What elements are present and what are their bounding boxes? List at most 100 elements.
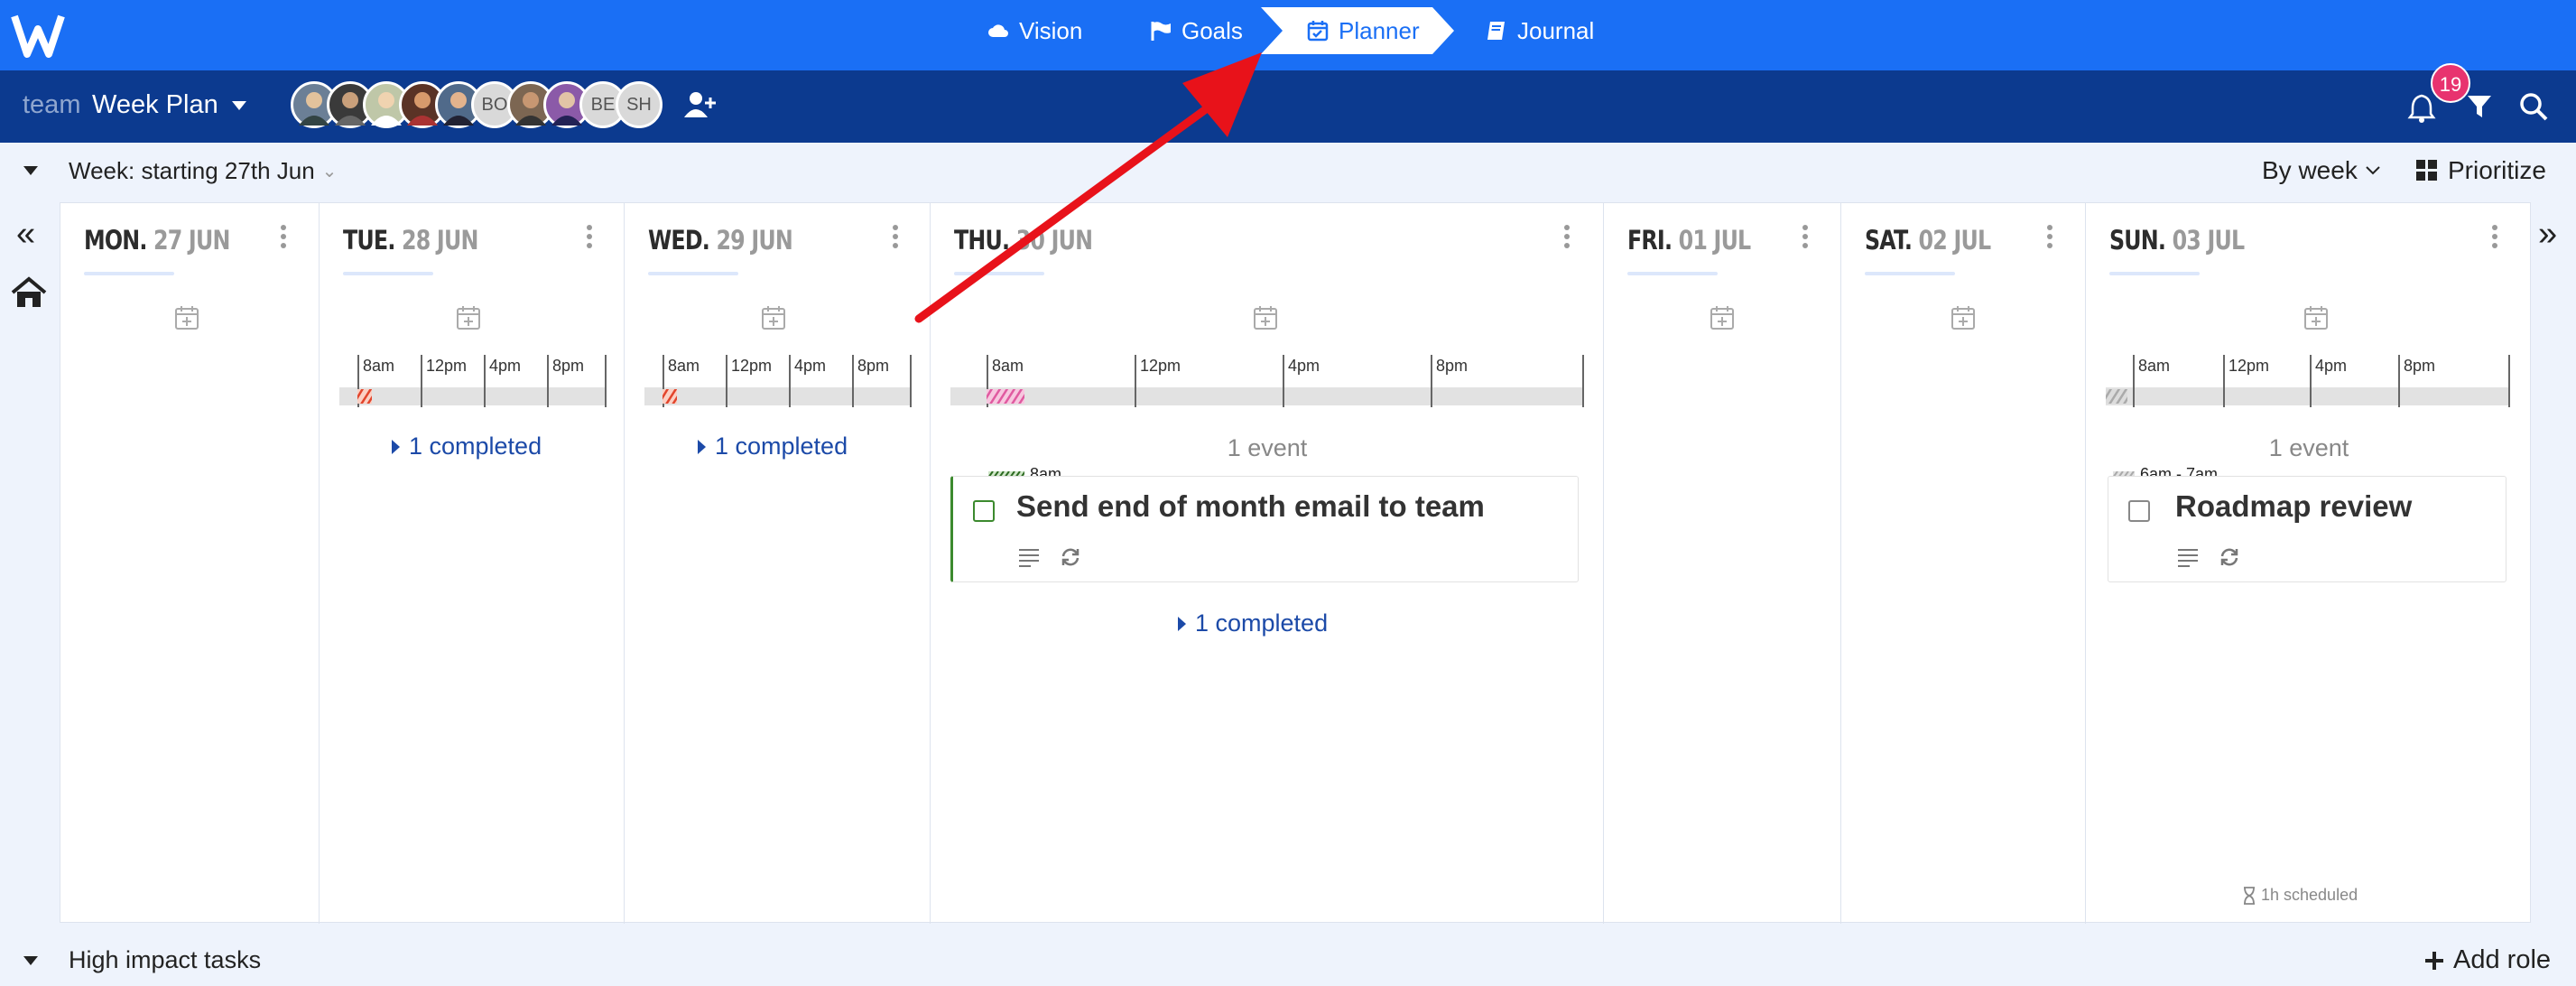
more-options-icon[interactable] [279,223,288,250]
day-header: MON. 27 JUN [84,225,230,256]
next-week-icon[interactable]: » [2538,215,2557,254]
day-column-sun: SUN. 03 JUL 8am 12pm 4pm 8pm 1 event 6am… [2086,203,2532,924]
add-role-label: Add role [2453,945,2552,974]
day-column-wed: WED. 29 JUN 8am 12pm 4pm 8pm 1 completed [625,203,931,924]
day-column-mon: MON. 27 JUN [60,203,320,924]
notes-icon[interactable] [2177,547,2199,567]
section-title[interactable]: High impact tasks [69,946,261,974]
more-options-icon[interactable] [585,223,594,250]
bell-icon[interactable] [2407,92,2436,123]
add-calendar-icon[interactable] [173,304,200,331]
add-calendar-icon[interactable] [1950,304,1977,331]
view-select[interactable]: By week [2262,156,2381,185]
collapse-week-icon[interactable] [22,164,40,177]
hourglass-icon [2244,886,2255,905]
task-checkbox[interactable] [973,500,995,522]
task-checkbox[interactable] [2128,500,2150,522]
avatar[interactable]: SH [616,81,663,128]
caret-right-icon [392,439,400,454]
team-avatars: BO BE SH [291,81,663,128]
search-icon[interactable] [2519,92,2548,121]
task-actions [2177,547,2240,567]
more-options-icon[interactable] [2490,223,2499,250]
add-calendar-icon[interactable] [455,304,482,331]
notification-badge[interactable]: 19 [2431,63,2470,103]
nav-planner[interactable]: Planner [1306,0,1420,61]
chevron-down-icon: ⌄ [321,162,338,181]
more-options-icon[interactable] [1562,223,1571,250]
completed-toggle[interactable]: 1 completed [392,433,542,460]
week-selector[interactable]: Week: starting 27th Jun ⌄ [69,157,337,185]
repeat-icon[interactable] [2219,547,2240,567]
nav-goals[interactable]: Goals [1149,0,1243,61]
completed-toggle[interactable]: 1 completed [698,433,848,460]
task-title[interactable]: Roadmap review [2175,489,2412,524]
filter-icon[interactable] [2466,94,2493,119]
nav-goals-label: Goals [1181,17,1243,44]
previous-week-icon[interactable]: « [16,215,35,254]
add-role-button[interactable]: Add role [2424,945,2551,975]
event-count[interactable]: 1 event [2086,434,2532,462]
day-header: THU. 30 JUN [954,225,1093,256]
task-title[interactable]: Send end of month email to team [1016,489,1485,524]
event-count[interactable]: 1 event [931,434,1604,462]
calendar-check-icon [1307,21,1329,42]
day-column-thu: THU. 30 JUN 8am 12pm 4pm 8pm 1 event 8am… [931,203,1604,924]
add-calendar-icon[interactable] [2303,304,2330,331]
day-timeline: 8am 12pm 4pm 8pm [2106,355,2510,409]
home-icon[interactable] [11,276,47,309]
repeat-icon[interactable] [1060,547,1081,567]
nav-vision-label: Vision [1019,17,1083,44]
plan-selector[interactable]: Week Plan [92,90,247,120]
more-options-icon[interactable] [2045,223,2054,250]
day-header: SUN. 03 JUL [2109,225,2245,256]
week-board: MON. 27 JUN TUE. 28 JUN 8am 12pm 4pm 8pm… [60,202,2532,924]
add-user-icon[interactable] [684,90,717,119]
day-header: TUE. 28 JUN [343,225,478,256]
notes-icon[interactable] [1018,547,1040,567]
task-card[interactable]: Send end of month email to team [950,476,1579,582]
collapse-section-icon[interactable] [22,954,40,967]
completed-toggle[interactable]: 1 completed [1178,609,1328,637]
nav-journal[interactable]: Journal [1485,0,1594,61]
grid-icon [2416,160,2437,181]
caret-down-icon [231,100,246,110]
add-calendar-icon[interactable] [1709,304,1736,331]
day-header: WED. 29 JUN [648,225,793,256]
prioritize-button[interactable]: Prioritize [2415,156,2546,185]
scheduled-summary: 1h scheduled [2243,886,2358,905]
add-calendar-icon[interactable] [1252,304,1279,331]
caret-right-icon [1178,616,1186,631]
more-options-icon[interactable] [891,223,900,250]
chevron-down-icon [2366,166,2380,175]
view-select-label: By week [2262,156,2358,184]
add-calendar-icon[interactable] [760,304,787,331]
day-header: FRI. 01 JUL [1627,225,1751,256]
plus-icon [2425,951,2443,970]
day-column-tue: TUE. 28 JUN 8am 12pm 4pm 8pm 1 completed [320,203,625,924]
book-icon [1487,22,1505,40]
day-column-fri: FRI. 01 JUL [1604,203,1841,924]
day-timeline: 8am 12pm 4pm 8pm [950,355,1584,409]
day-timeline: 8am 12pm 4pm 8pm [339,355,607,409]
team-label: team [23,90,81,119]
app-logo[interactable] [11,9,65,61]
task-actions [1018,547,1081,567]
nav-vision[interactable]: Vision [987,0,1082,61]
flag-icon [1151,22,1171,41]
avatar-initials: BE [590,94,616,115]
week-label: Week: starting 27th Jun [69,157,315,184]
prioritize-label: Prioritize [2448,156,2546,184]
task-card[interactable]: Roadmap review [2108,476,2507,582]
caret-right-icon [698,439,706,454]
cloud-icon [988,24,1008,37]
avatar-initials: BO [481,94,508,115]
avatar-initials: SH [626,94,652,115]
nav-planner-label: Planner [1339,17,1420,44]
more-options-icon[interactable] [1801,223,1810,250]
day-timeline: 8am 12pm 4pm 8pm [644,355,912,409]
nav-journal-label: Journal [1517,17,1595,44]
plan-selector-label: Week Plan [92,90,218,119]
day-header: SAT. 02 JUL [1865,225,1991,256]
day-column-sat: SAT. 02 JUL [1841,203,2086,924]
